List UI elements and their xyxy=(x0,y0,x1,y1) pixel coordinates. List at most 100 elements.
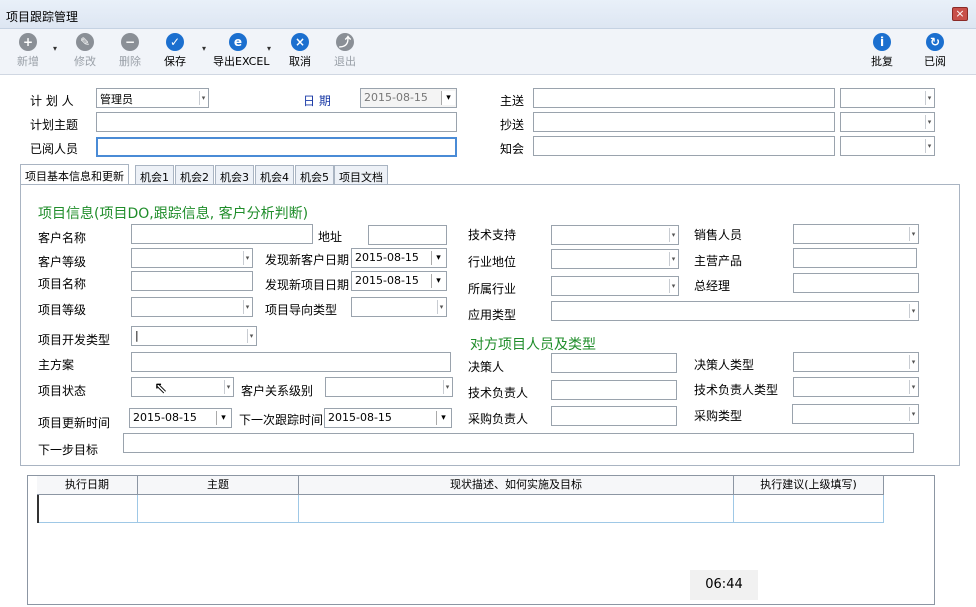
close-button[interactable]: × xyxy=(952,7,968,21)
decision-type-select[interactable]: ▾ xyxy=(793,352,919,372)
readers-input[interactable] xyxy=(96,137,457,157)
next-track-time-field[interactable]: 2015-08-15 ▾ xyxy=(324,408,452,428)
main-product-input[interactable] xyxy=(793,248,917,268)
new-dropdown-icon[interactable]: ▾ xyxy=(53,44,57,53)
industry-position-select[interactable]: ▾ xyxy=(551,249,679,269)
next-goal-label: 下一步目标 xyxy=(38,443,99,457)
main-plan-input[interactable] xyxy=(131,352,451,372)
notify-input[interactable] xyxy=(533,136,835,156)
info-icon: i xyxy=(873,33,891,51)
purchase-lead-label: 采购负责人 xyxy=(468,412,529,426)
cell-exec-date[interactable] xyxy=(37,495,138,523)
counterpart-section-title: 对方项目人员及类型 xyxy=(470,337,596,353)
chevron-down-icon: ▾ xyxy=(925,139,933,153)
industry-label: 所属行业 xyxy=(468,282,517,296)
tech-support-select[interactable]: ▾ xyxy=(551,225,679,245)
calendar-dropdown-icon: ▾ xyxy=(441,91,455,105)
approve-button[interactable]: i 批复 xyxy=(862,33,902,73)
delete-button[interactable]: − 删除 xyxy=(110,33,150,73)
edit-icon: ✎ xyxy=(76,33,94,51)
check-icon: ✓ xyxy=(166,33,184,51)
update-time-field[interactable]: 2015-08-15 ▾ xyxy=(129,408,232,428)
chevron-down-icon: ▾ xyxy=(243,300,251,314)
to-input[interactable] xyxy=(533,88,835,108)
title-bar: 项目跟踪管理 × xyxy=(0,0,976,29)
project-level-select[interactable]: ▾ xyxy=(131,297,253,317)
column-header-topic[interactable]: 主题 xyxy=(138,476,299,495)
industry-select[interactable]: ▾ xyxy=(551,276,679,296)
address-label: 地址 xyxy=(318,230,343,244)
column-header-description[interactable]: 现状描述、如何实施及目标 xyxy=(299,476,734,495)
new-customer-date-field[interactable]: 2015-08-15 ▾ xyxy=(351,248,447,268)
tab-opportunity-3[interactable]: 机会3 xyxy=(215,165,254,185)
cell-suggestion[interactable] xyxy=(734,495,884,523)
tab-project-docs[interactable]: 项目文档 xyxy=(334,165,388,185)
decision-maker-input[interactable] xyxy=(551,353,677,373)
customer-name-input[interactable] xyxy=(131,224,313,244)
readers-label: 已阅人员 xyxy=(30,142,79,156)
tab-opportunity-5[interactable]: 机会5 xyxy=(295,165,334,185)
cell-topic[interactable] xyxy=(138,495,299,523)
general-manager-input[interactable] xyxy=(793,273,919,293)
chevron-down-icon: ▾ xyxy=(443,380,451,394)
purchase-lead-input[interactable] xyxy=(551,406,677,426)
clock-display: 06:44 xyxy=(690,570,758,600)
column-header-suggestion[interactable]: 执行建议(上级填写) xyxy=(734,476,884,495)
decision-maker-label: 决策人 xyxy=(468,360,505,374)
update-time-label: 项目更新时间 xyxy=(38,416,111,430)
chevron-down-icon: ▾ xyxy=(909,380,917,394)
chevron-down-icon: ▾ xyxy=(669,252,677,266)
tab-opportunity-2[interactable]: 机会2 xyxy=(175,165,214,185)
tab-basic-info[interactable]: 项目基本信息和更新 xyxy=(20,164,129,185)
project-guide-type-select[interactable]: ▾ xyxy=(351,297,447,317)
tech-lead-type-select[interactable]: ▾ xyxy=(793,377,919,397)
date-field[interactable]: 2015-08-15 ▾ xyxy=(360,88,457,108)
topic-input[interactable] xyxy=(96,112,457,132)
tech-lead-input[interactable] xyxy=(551,380,677,400)
project-status-select[interactable]: ▾ xyxy=(131,377,234,397)
next-goal-input[interactable] xyxy=(123,433,914,453)
export-dropdown-icon[interactable]: ▾ xyxy=(267,44,271,53)
to-select[interactable]: ▾ xyxy=(840,88,935,108)
table-row[interactable] xyxy=(37,495,884,523)
dev-type-select[interactable]: | ▾ xyxy=(131,326,257,346)
new-button[interactable]: + 新增 xyxy=(8,33,48,73)
save-dropdown-icon[interactable]: ▾ xyxy=(202,44,206,53)
calendar-dropdown-icon: ▾ xyxy=(431,274,445,288)
export-icon: e xyxy=(229,33,247,51)
calendar-dropdown-icon: ▾ xyxy=(436,411,450,425)
save-button[interactable]: ✓ 保存 xyxy=(155,33,195,73)
decision-type-label: 决策人类型 xyxy=(694,358,755,372)
notify-select[interactable]: ▾ xyxy=(840,136,935,156)
close-circle-icon: × xyxy=(291,33,309,51)
mouse-cursor-icon: ⇖ xyxy=(154,378,168,397)
tab-opportunity-4[interactable]: 机会4 xyxy=(255,165,294,185)
cc-input[interactable] xyxy=(533,112,835,132)
app-type-select[interactable]: ▾ xyxy=(551,301,919,321)
planner-select[interactable]: 管理员 ▾ xyxy=(96,88,209,108)
new-project-date-field[interactable]: 2015-08-15 ▾ xyxy=(351,271,447,291)
chevron-down-icon: ▾ xyxy=(243,251,251,265)
purchase-type-select[interactable]: ▾ xyxy=(792,404,919,424)
minus-icon: − xyxy=(121,33,139,51)
customer-level-select[interactable]: ▾ xyxy=(131,248,253,268)
customer-relation-select[interactable]: ▾ xyxy=(325,377,453,397)
project-name-input[interactable] xyxy=(131,271,253,291)
cell-description[interactable] xyxy=(299,495,734,523)
chevron-down-icon: ▾ xyxy=(925,115,933,129)
sales-person-select[interactable]: ▾ xyxy=(793,224,919,244)
address-input[interactable] xyxy=(368,225,447,245)
chevron-down-icon: ▾ xyxy=(925,91,933,105)
export-excel-button[interactable]: e 导出EXCEL xyxy=(213,33,269,73)
cancel-button[interactable]: × 取消 xyxy=(280,33,320,73)
new-customer-date-label: 发现新客户日期 xyxy=(265,253,350,267)
calendar-dropdown-icon: ▾ xyxy=(431,251,445,265)
project-guide-type-label: 项目导向类型 xyxy=(265,303,338,317)
exit-button[interactable]: ⤴ 退出 xyxy=(325,33,365,73)
column-header-exec-date[interactable]: 执行日期 xyxy=(37,476,138,495)
tab-opportunity-1[interactable]: 机会1 xyxy=(135,165,174,185)
read-button[interactable]: ↻ 已阅 xyxy=(915,33,955,73)
cc-select[interactable]: ▾ xyxy=(840,112,935,132)
edit-button[interactable]: ✎ 修改 xyxy=(65,33,105,73)
chevron-down-icon: ▾ xyxy=(909,227,917,241)
